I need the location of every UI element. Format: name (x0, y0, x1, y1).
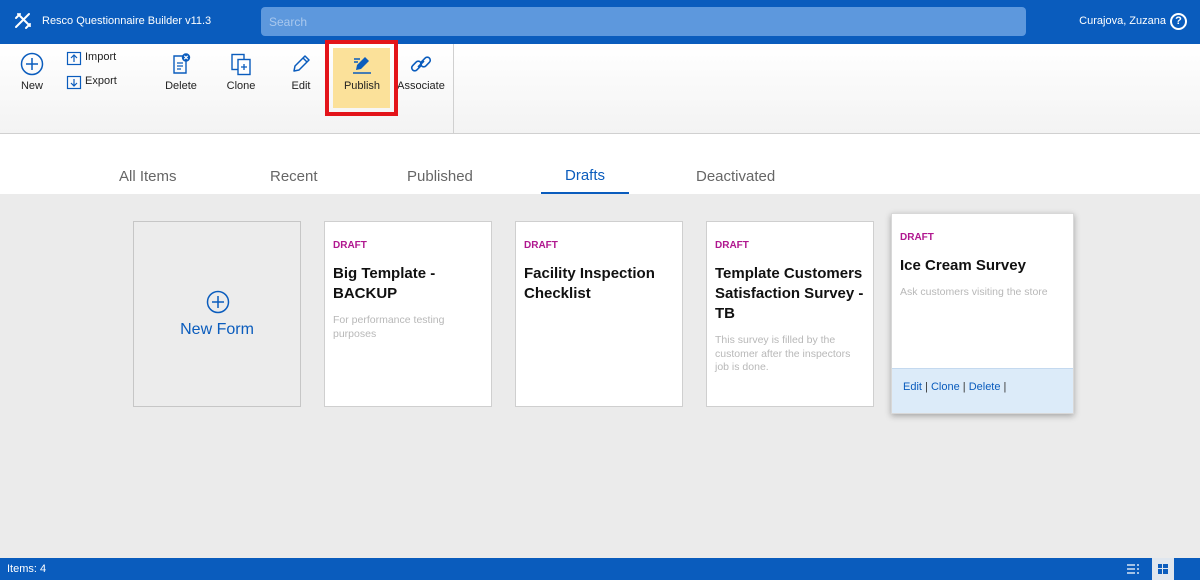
app-logo-icon (15, 13, 31, 29)
separator: | (1003, 381, 1007, 393)
clone-button[interactable]: Clone (211, 44, 271, 104)
new-button[interactable]: New (2, 44, 62, 104)
edit-label: Edit (291, 80, 311, 92)
status-bar: Items: 4 (0, 558, 1200, 580)
separator: | (962, 381, 966, 393)
import-label: Import (85, 51, 117, 63)
help-icon[interactable]: ? (1170, 13, 1187, 30)
questionnaire-card[interactable]: DRAFT Facility Inspection Checklist (515, 221, 683, 407)
user-name[interactable]: Curajova, Zuzana (1079, 15, 1166, 27)
card-actions: Edit | Clone | Delete | (892, 368, 1073, 413)
card-description: This survey is filled by the customer af… (715, 334, 851, 373)
app-header: Resco Questionnaire Builder v11.3 Curajo… (0, 0, 1200, 44)
card-title: Facility Inspection Checklist (524, 265, 655, 302)
status-badge: DRAFT (333, 240, 367, 251)
edit-button[interactable]: Edit (271, 44, 331, 104)
card-delete-link[interactable]: Delete (969, 381, 1001, 393)
pencil-icon (293, 55, 310, 72)
active-tab-indicator (541, 192, 629, 194)
import-icon (66, 51, 82, 66)
questionnaire-card[interactable]: DRAFT Big Template - BACKUP For performa… (324, 221, 492, 407)
delete-label: Delete (165, 80, 197, 92)
separator: | (925, 381, 928, 393)
export-icon (66, 75, 82, 90)
card-edit-link[interactable]: Edit (903, 381, 922, 393)
new-label: New (20, 80, 43, 92)
tab-recent[interactable]: Recent (270, 168, 318, 185)
toolbar-divider (453, 44, 454, 133)
status-badge: DRAFT (524, 240, 558, 251)
status-badge: DRAFT (900, 232, 934, 243)
card-title: Big Template - BACKUP (333, 265, 436, 302)
add-circle-icon (206, 290, 230, 314)
card-title: Ice Cream Survey (900, 257, 1026, 274)
questionnaire-card[interactable]: DRAFT Template Customers Satisfaction Su… (706, 221, 874, 407)
associate-button[interactable]: Associate (391, 44, 451, 104)
card-clone-link[interactable]: Clone (931, 381, 960, 393)
search-input[interactable] (261, 7, 1026, 36)
tab-deactivated[interactable]: Deactivated (696, 168, 775, 185)
publish-highlight-frame (325, 40, 398, 116)
new-form-label: New Form (180, 321, 254, 338)
view-tabs: All Items Recent Published Drafts Deacti… (0, 134, 1200, 194)
link-icon (410, 56, 432, 72)
card-description: Ask customers visiting the store (900, 286, 1048, 298)
list-view-icon[interactable] (1126, 562, 1140, 576)
tab-all-items[interactable]: All Items (119, 168, 177, 185)
associate-label: Associate (397, 80, 445, 92)
delete-button[interactable]: Delete (151, 44, 211, 104)
clone-icon (231, 53, 251, 76)
tile-view-icon (1158, 564, 1168, 574)
tab-published[interactable]: Published (407, 168, 473, 185)
export-label: Export (85, 75, 117, 87)
items-count: Items: 4 (7, 563, 47, 575)
card-description: For performance testing purposes (333, 314, 445, 340)
card-title: Template Customers Satisfaction Survey -… (715, 265, 864, 322)
tile-view-button[interactable] (1152, 558, 1174, 580)
app-title: Resco Questionnaire Builder v11.3 (42, 15, 212, 27)
clone-label: Clone (226, 80, 256, 92)
status-badge: DRAFT (715, 240, 749, 251)
new-form-tile[interactable]: New Form (133, 221, 301, 407)
delete-document-icon (173, 53, 191, 74)
ribbon-toolbar: New Import Export Delete Clone Edit Asso… (0, 44, 1200, 134)
tab-drafts[interactable]: Drafts (565, 167, 605, 184)
add-circle-icon (20, 52, 44, 76)
questionnaire-card[interactable]: DRAFT Ice Cream Survey Ask customers vis… (891, 213, 1074, 414)
